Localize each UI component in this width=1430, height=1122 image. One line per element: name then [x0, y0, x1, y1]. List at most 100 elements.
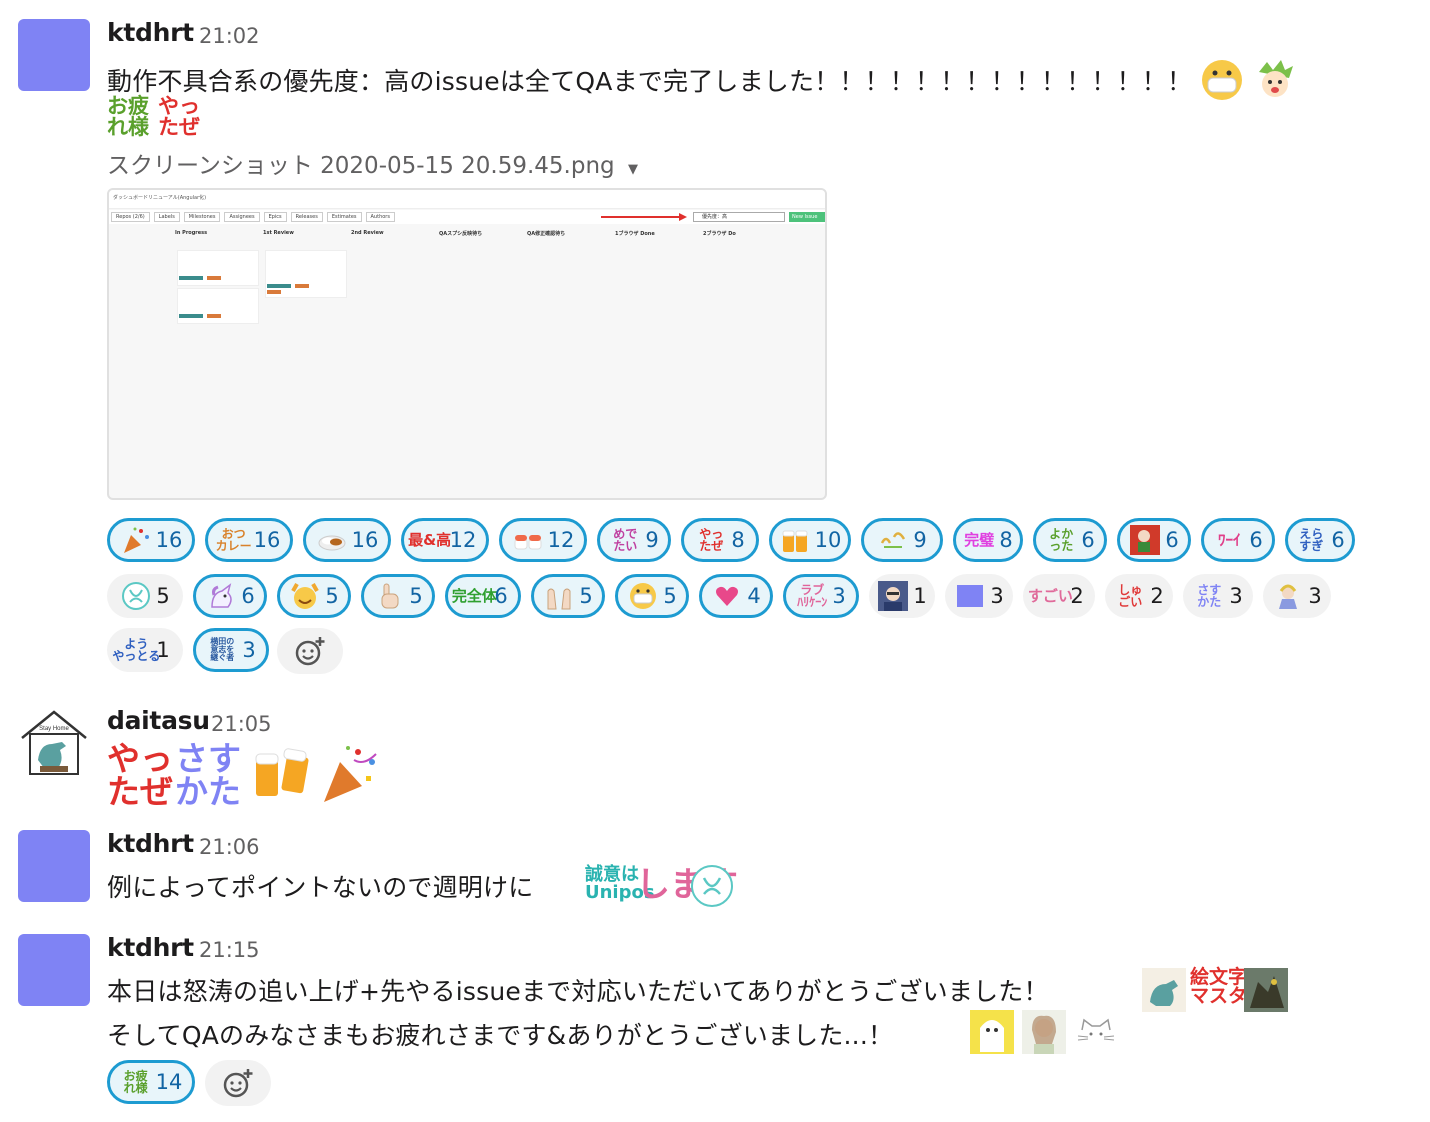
reaction-heart[interactable]: 4 — [699, 574, 773, 618]
reaction-count: 3 — [1229, 584, 1243, 608]
reaction-sugoi2[interactable]: しゅ ごい 2 — [1105, 574, 1173, 618]
yattaze-label: やっ たぜ — [699, 527, 724, 553]
reaction-saiko[interactable]: 最&高 12 — [401, 518, 489, 562]
reaction-count: 2 — [1150, 584, 1164, 608]
reaction-mask-face[interactable]: 5 — [615, 574, 689, 618]
unipos-icon — [120, 580, 152, 612]
reaction-yokatta[interactable]: よか った 6 — [1033, 518, 1107, 562]
reaction-count: 9 — [913, 528, 927, 552]
reaction-count: 6 — [241, 584, 255, 608]
character-icon — [1253, 58, 1297, 108]
username[interactable]: ktdhrt — [107, 933, 194, 962]
yokota-label: 横田の 意志を 継ぐ者 — [210, 637, 235, 662]
reaction-waai[interactable]: ﾜｰｲ 6 — [1201, 518, 1275, 562]
add-reaction-button[interactable] — [277, 628, 343, 674]
reaction-count: 6 — [1331, 528, 1345, 552]
reaction-sasuga[interactable]: さす かた 3 — [1183, 574, 1253, 618]
party-popper-icon — [120, 524, 152, 556]
youyattoru-label: よう やっとる — [112, 637, 161, 663]
reaction-count: 6 — [1081, 528, 1095, 552]
reaction-erasugi[interactable]: えら すぎ 6 — [1285, 518, 1355, 562]
reaction-raising-hands[interactable]: 5 — [531, 574, 605, 618]
avatar[interactable]: Stay Home — [18, 708, 90, 780]
raising-hands-icon — [543, 580, 575, 612]
reaction-count: 5 — [663, 584, 677, 608]
party-popper-icon — [318, 742, 384, 810]
reaction-character[interactable]: 6 — [1117, 518, 1191, 562]
beer-icon — [250, 742, 314, 810]
reaction-yokota[interactable]: 横田の 意志を 継ぐ者 3 — [193, 628, 269, 672]
reaction-curry[interactable]: 16 — [303, 518, 391, 562]
file-name[interactable]: スクリーンショット 2020-05-15 20.59.45.png ▼ — [107, 146, 638, 180]
reaction-count: 6 — [494, 584, 508, 608]
monster-icon — [1244, 968, 1288, 1016]
reaction-count: 1 — [156, 638, 170, 662]
reaction-sushi[interactable]: 12 — [499, 518, 587, 562]
reaction-pointing-hand[interactable]: 5 — [361, 574, 435, 618]
reaction-count: 5 — [579, 584, 593, 608]
reaction-cat-dance[interactable]: 9 — [861, 518, 943, 562]
message-text-content: 動作不具合系の優先度：高のissueは全てQAまで完了しました！！！！！！！！！… — [107, 67, 1193, 96]
avatar[interactable] — [18, 19, 90, 91]
username[interactable]: ktdhrt — [107, 829, 194, 858]
preview-toolbar-item: Epics — [263, 212, 287, 222]
unicorn-icon — [205, 580, 237, 612]
sugoi-label: すごい — [1027, 586, 1073, 605]
reaction-medetai[interactable]: めで たい 9 — [597, 518, 671, 562]
timestamp[interactable]: 21:02 — [199, 24, 260, 48]
heart-icon — [711, 580, 743, 612]
add-reaction-button[interactable] — [205, 1060, 271, 1106]
reaction-unipos[interactable]: 5 — [107, 574, 183, 618]
avatar[interactable] — [18, 934, 90, 1006]
reaction-sugoi[interactable]: すごい 2 — [1023, 574, 1095, 618]
reaction-girl[interactable]: 3 — [1263, 574, 1331, 618]
reaction-otsukare[interactable]: おつ カレー 16 — [205, 518, 293, 562]
screenshot-preview[interactable]: ダッシュボードリニューアル(Angular化) Repos (2/6) Label… — [107, 188, 827, 500]
reaction-kanpeki[interactable]: 完璧 8 — [953, 518, 1023, 562]
message-text: 動作不具合系の優先度：高のissueは全てQAまで完了しました！！！！！！！！！… — [107, 58, 1297, 108]
arrow-annotation — [601, 213, 687, 221]
username[interactable]: daitasu — [107, 706, 210, 735]
otsukare-label: おつ カレー — [215, 527, 252, 553]
reaction-beer[interactable]: 10 — [769, 518, 851, 562]
reaction-count: 12 — [449, 528, 477, 552]
reaction-party-popper[interactable]: 16 — [107, 518, 195, 562]
kanzentai-label: 完全体 — [451, 586, 497, 605]
chevron-down-icon[interactable]: ▼ — [628, 162, 638, 177]
preview-toolbar-item: Repos (2/6) — [111, 212, 150, 222]
kanpeki-label: 完璧 — [964, 530, 995, 549]
reaction-count: 5 — [325, 584, 339, 608]
reaction-raised-hands-face[interactable]: 5 — [277, 574, 351, 618]
girl-icon — [1272, 580, 1304, 612]
preview-toolbar-item: Authors — [365, 212, 395, 222]
reaction-count: 3 — [1308, 584, 1322, 608]
username[interactable]: ktdhrt — [107, 18, 194, 47]
dinosaur-icon — [1142, 968, 1186, 1016]
otsukaresama-label: お疲 れ様 — [123, 1069, 148, 1095]
timestamp[interactable]: 21:05 — [211, 712, 272, 736]
character-icon — [1129, 524, 1161, 556]
reaction-count: 14 — [155, 1070, 183, 1094]
reaction-count: 16 — [351, 528, 379, 552]
reaction-count: 4 — [747, 584, 761, 608]
reaction-love[interactable]: ラブ ﾊﾘｹｰﾝ 3 — [783, 574, 859, 618]
reaction-youyattoru[interactable]: よう やっとる 1 — [107, 628, 183, 672]
stamp-yattaze: やっ たぜ — [107, 739, 173, 811]
timestamp[interactable]: 21:06 — [199, 835, 260, 859]
preview-column-header: 2ブラウザ Do — [703, 231, 736, 237]
reaction-count: 12 — [547, 528, 575, 552]
reaction-otsukaresama[interactable]: お疲 れ様 14 — [107, 1060, 195, 1104]
preview-column-header: 1st Review — [263, 230, 294, 236]
sugoi2-label: しゅ ごい — [1118, 583, 1143, 609]
reaction-purple-square[interactable]: 3 — [945, 574, 1013, 618]
avatar[interactable] — [18, 830, 90, 902]
reaction-yattaze[interactable]: やっ たぜ 8 — [681, 518, 759, 562]
stamp-yattaze: やっ たぜ — [158, 94, 200, 139]
preview-search: 優先度：高 — [693, 212, 785, 222]
timestamp[interactable]: 21:15 — [199, 938, 260, 962]
preview-column-header: QA修正確認待ち — [527, 231, 566, 237]
reaction-unicorn[interactable]: 6 — [193, 574, 267, 618]
reaction-person[interactable]: 1 — [869, 574, 935, 618]
preview-toolbar-item: Labels — [153, 212, 180, 222]
reaction-kanzentai[interactable]: 完全体 6 — [445, 574, 521, 618]
